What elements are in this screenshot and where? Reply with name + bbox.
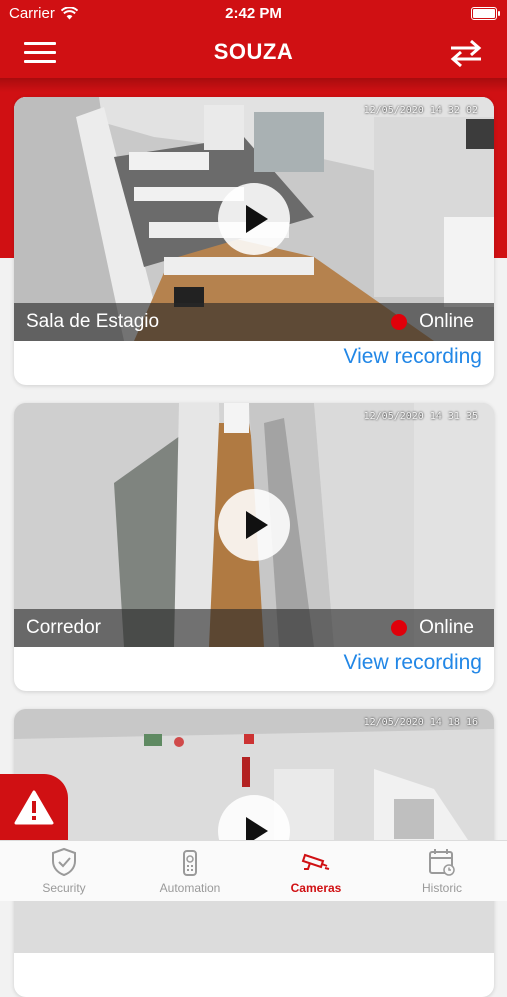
camera-feed[interactable]: 12/05/2020 14 31 35 Corredor Online [14,403,494,647]
status-badge: Online [391,617,474,639]
camera-feed[interactable]: 12/05/2020 14 18 16 [14,709,494,953]
camera-info-bar: Corredor Online [14,609,494,647]
camera-timestamp: 12/05/2020 14 32 02 [363,105,478,116]
tab-label: Cameras [290,881,342,895]
status-dot-icon [391,620,408,636]
warning-icon [14,790,54,825]
clock: 2:42 PM [225,5,282,22]
tab-security[interactable]: Security [4,847,124,895]
status-bar: Carrier 2:42 PM [0,0,507,26]
alert-button[interactable] [0,774,68,840]
camera-name: Corredor [26,617,101,638]
view-recording-link[interactable]: View recording [343,651,482,675]
nav-shadow [0,78,507,92]
status-text: Online [419,617,474,638]
play-icon[interactable] [218,183,290,255]
tab-label: Automation [159,881,221,895]
view-recording-link[interactable]: View recording [343,345,482,369]
status-text: Online [419,311,474,332]
tab-bar: Security Automation Cameras Historic [0,840,507,901]
tab-automation[interactable]: Automation [130,847,250,895]
calendar-icon [429,849,455,876]
camera-feed[interactable]: 12/05/2020 14 32 02 Sala de Estagio Onli… [14,97,494,341]
tab-label: Historic [421,881,462,895]
status-badge: Online [391,311,474,333]
nav-bar: SOUZA [0,26,507,80]
camera-card[interactable]: 12/05/2020 14 32 02 Sala de Estagio Onli… [14,97,494,385]
play-icon[interactable] [218,489,290,561]
shield-icon [52,847,76,877]
status-dot-icon [391,314,408,330]
battery-icon [471,7,500,20]
tab-cameras[interactable]: Cameras [256,847,376,895]
security-camera-icon [301,853,330,870]
page-title: SOUZA [213,39,294,64]
camera-card[interactable]: 12/05/2020 14 31 35 Corredor Online View… [14,403,494,691]
camera-name: Sala de Estagio [26,311,160,332]
remote-control-icon [183,850,197,876]
camera-timestamp: 12/05/2020 14 18 16 [363,717,478,728]
camera-info-bar: Sala de Estagio Online [14,303,494,341]
swap-arrows-icon[interactable] [449,39,483,67]
camera-timestamp: 12/05/2020 14 31 35 [363,411,478,422]
tab-label: Security [42,881,86,895]
tab-historic[interactable]: Historic [382,847,502,895]
